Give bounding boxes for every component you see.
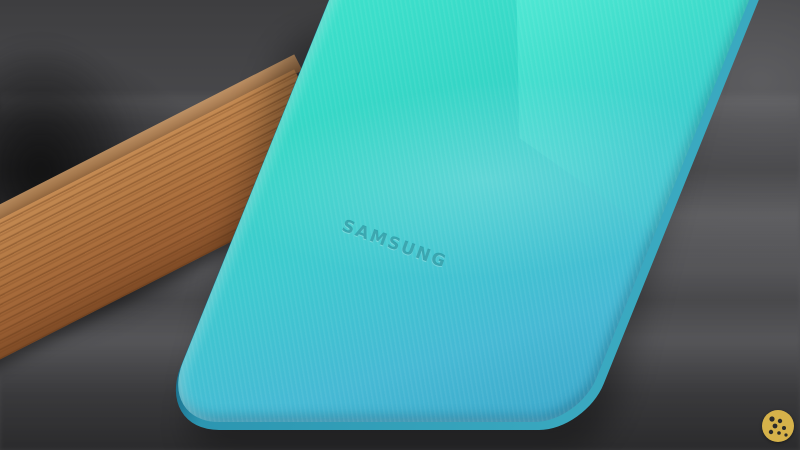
photo-scene: SAMSUNG: [0, 0, 800, 450]
dots-logo-icon: [762, 410, 794, 442]
